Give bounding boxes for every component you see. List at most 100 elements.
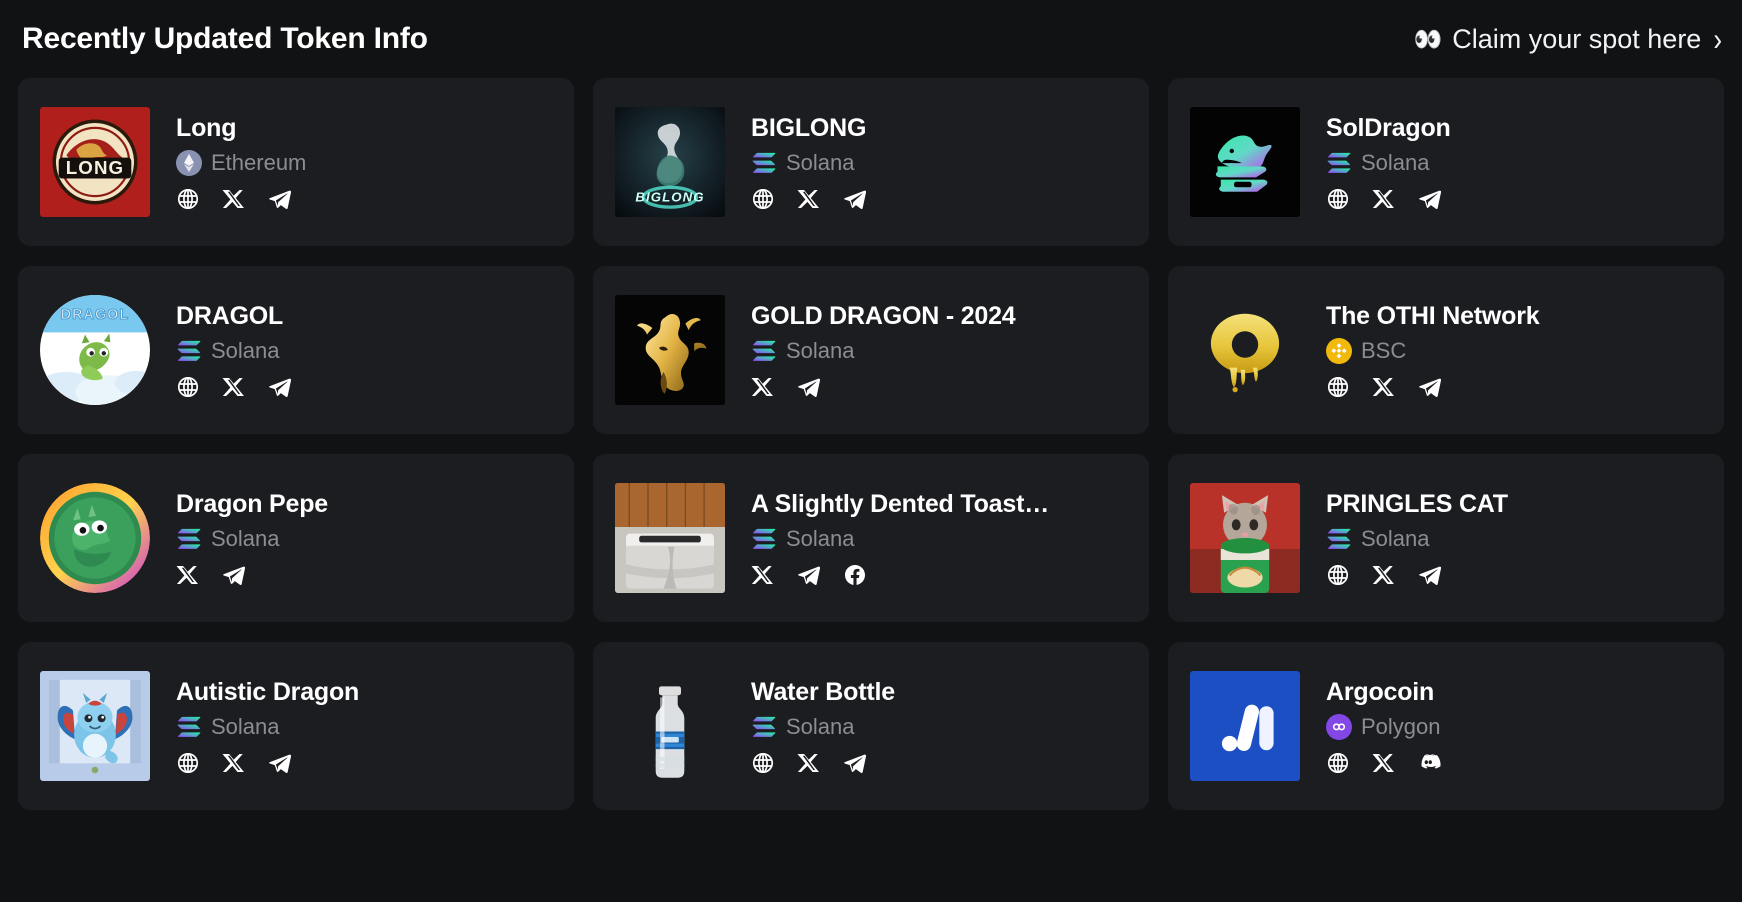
token-chain: Solana [176,714,552,740]
telegram-icon[interactable] [222,563,246,587]
token-card-body: PRINGLES CAT Solana [1326,490,1702,587]
token-name: Argocoin [1326,677,1435,706]
chain-label: Solana [211,713,280,739]
token-chain: Ethereum [176,149,552,176]
token-name: PRINGLES CAT [1326,489,1508,518]
claim-link-label: Claim your spot here [1452,23,1702,54]
token-card[interactable]: Dragon Pepe Solana [18,454,574,622]
token-name: DRAGOL [176,301,284,330]
solana-icon [176,338,202,364]
dragol-cloud-logo: DRAGOL [40,295,150,405]
telegram-icon[interactable] [797,563,821,587]
token-chain: Solana [751,714,1127,740]
x-icon[interactable] [1372,563,1396,587]
discord-icon[interactable] [1418,751,1442,775]
token-social-links [751,187,1127,211]
token-card[interactable]: BIGLONG BIGLONG Solana [593,78,1149,246]
token-card[interactable]: PRINGLES CAT Solana [1168,454,1724,622]
token-card-body: Argocoin Polygon [1326,678,1702,775]
telegram-icon[interactable] [1418,375,1442,399]
token-chain: Solana [176,526,552,552]
solana-icon [1326,526,1352,552]
token-social-links [1326,375,1702,399]
argocoin-m-logo [1190,671,1300,781]
chain-label: Ethereum [211,149,307,175]
section-header: Recently Updated Token Info 👀 Claim your… [18,0,1724,78]
token-card-body: SolDragon Solana [1326,114,1702,211]
globe-icon[interactable] [1326,375,1350,399]
token-card-grid: LONG Long Ethereum BIGLONG BIGLONG Solana SolD… [18,78,1724,810]
x-icon[interactable] [222,375,246,399]
token-name: GOLD DRAGON - 2024 [751,301,1016,330]
x-icon[interactable] [176,563,200,587]
x-icon[interactable] [797,187,821,211]
token-card[interactable]: GOLD DRAGON - 2024 Solana [593,266,1149,434]
token-social-links [751,751,1127,775]
token-name: The OTHI Network [1326,301,1540,330]
chain-label: Solana [786,337,855,363]
telegram-icon[interactable] [797,375,821,399]
telegram-icon[interactable] [268,187,292,211]
claim-your-spot-link[interactable]: 👀 Claim your spot here › [1413,20,1722,58]
globe-icon[interactable] [751,187,775,211]
token-card[interactable]: The OTHI Network BSC [1168,266,1724,434]
chain-label: Solana [211,525,280,551]
x-icon[interactable] [222,187,246,211]
token-social-links [176,751,552,775]
token-card[interactable]: Autistic Dragon Solana [18,642,574,810]
x-icon[interactable] [1372,751,1396,775]
token-card[interactable]: LONG Long Ethereum [18,78,574,246]
page-title: Recently Updated Token Info [22,22,428,55]
x-icon[interactable] [1372,187,1396,211]
dragon-pepe-coin-logo [40,483,150,593]
x-icon[interactable] [751,563,775,587]
token-card-body: The OTHI Network BSC [1326,302,1702,399]
chain-label: Solana [786,525,855,551]
token-social-links [176,375,552,399]
token-name: Autistic Dragon [176,677,360,706]
globe-icon[interactable] [1326,751,1350,775]
x-icon[interactable] [1372,375,1396,399]
token-name: BIGLONG [751,113,867,142]
token-card[interactable]: A Slightly Dented Toast… Solana [593,454,1149,622]
eyes-icon: 👀 [1413,25,1443,52]
globe-icon[interactable] [176,375,200,399]
globe-icon[interactable] [176,187,200,211]
token-card[interactable]: Argocoin Polygon [1168,642,1724,810]
x-icon[interactable] [797,751,821,775]
token-card[interactable]: DRAGOL DRAGOL Solana [18,266,574,434]
token-social-links [751,563,1127,587]
x-icon[interactable] [222,751,246,775]
telegram-icon[interactable] [1418,563,1442,587]
token-social-links [1326,563,1702,587]
pringles-cat-photo [1190,483,1300,593]
token-card-body: Long Ethereum [176,114,552,211]
token-card[interactable]: Water Bottle Solana [593,642,1149,810]
chain-label: Solana [1361,149,1430,175]
telegram-icon[interactable] [268,751,292,775]
token-name: Dragon Pepe [176,489,328,518]
telegram-icon[interactable] [268,375,292,399]
solana-icon [1326,150,1352,176]
binance-icon [1326,337,1352,364]
globe-icon[interactable] [751,751,775,775]
globe-icon[interactable] [176,751,200,775]
chevron-right-icon: › [1713,19,1722,58]
x-icon[interactable] [751,375,775,399]
solana-icon [176,714,202,740]
token-social-links [1326,751,1702,775]
globe-icon[interactable] [1326,563,1350,587]
token-chain: Solana [751,150,1127,176]
facebook-icon[interactable] [843,563,867,587]
solana-icon [751,714,777,740]
othi-dripping-o-logo [1190,295,1300,405]
token-card[interactable]: SolDragon Solana [1168,78,1724,246]
globe-icon[interactable] [1326,187,1350,211]
telegram-icon[interactable] [1418,187,1442,211]
chain-label: Solana [786,149,855,175]
telegram-icon[interactable] [843,187,867,211]
token-card-body: A Slightly Dented Toast… Solana [751,490,1127,587]
solana-icon [751,150,777,176]
telegram-icon[interactable] [843,751,867,775]
token-chain: Polygon [1326,713,1702,740]
